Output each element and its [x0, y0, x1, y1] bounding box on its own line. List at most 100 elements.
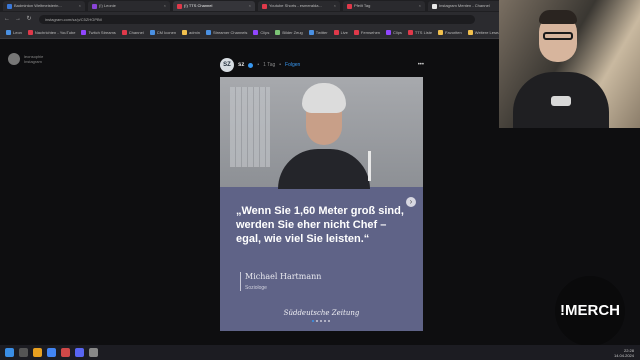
- slide-dot[interactable]: [312, 320, 314, 322]
- sidebar-user-sub: Instagram: [24, 59, 42, 64]
- bookmark-icon: [438, 29, 444, 35]
- bookmark-label: Clips: [393, 29, 402, 35]
- bookmark-item[interactable]: Bilder Zeug: [275, 29, 303, 35]
- tab-close-icon[interactable]: ×: [249, 1, 251, 11]
- sidebar-user[interactable]: leonsophie Instagram: [8, 53, 43, 65]
- tab-favicon-icon: [347, 3, 352, 9]
- bookmark-label: Twitter: [315, 29, 328, 35]
- bookmark-icon: [205, 29, 211, 35]
- bookmark-icon: [386, 29, 392, 35]
- separator-dot: •: [279, 62, 282, 68]
- author-block: Michael Hartmann Soziologe: [240, 272, 321, 291]
- slide-dot[interactable]: [316, 320, 318, 322]
- bookmark-item[interactable]: TTS Liste: [407, 29, 433, 35]
- account-name[interactable]: sz: [238, 62, 244, 68]
- app-icon[interactable]: [89, 348, 98, 357]
- more-options-icon[interactable]: •••: [418, 62, 424, 68]
- next-slide-button[interactable]: ›: [406, 197, 416, 207]
- browser-tab[interactable]: Instagram Menten - Channel×: [428, 1, 510, 11]
- bookmark-label: Favoriten: [445, 29, 462, 35]
- bookmark-icon: [253, 29, 259, 35]
- bookmark-label: Clips: [260, 29, 270, 35]
- tab-close-icon[interactable]: ×: [334, 1, 336, 11]
- bookmark-item[interactable]: Clips: [386, 29, 402, 35]
- bookmark-label: CM Iconen: [156, 29, 177, 35]
- bookmark-item[interactable]: Twitch Streams: [81, 29, 116, 35]
- tab-label: Badminton Weltmeisterin...: [14, 3, 62, 8]
- bookmark-icon: [81, 29, 87, 35]
- search-icon[interactable]: [19, 348, 28, 357]
- author-name: Michael Hartmann: [245, 272, 322, 281]
- bookmark-icon: [182, 29, 188, 35]
- bookmark-label: TTS Liste: [414, 29, 433, 35]
- browser-tab[interactable]: Pfeilt Tag ×: [343, 1, 425, 11]
- bookmark-label: Channel: [128, 29, 144, 35]
- tab-favicon-icon: [177, 3, 182, 9]
- bookmark-item[interactable]: Leon: [6, 29, 22, 35]
- bookmark-item[interactable]: admin: [182, 29, 200, 35]
- portrait-photo: [220, 77, 423, 189]
- forward-icon[interactable]: →: [14, 15, 22, 23]
- slide-dot[interactable]: [324, 320, 326, 322]
- slide-indicator: [312, 320, 330, 322]
- back-icon[interactable]: ←: [3, 15, 11, 23]
- tab-label: (!) Leonie: [99, 3, 116, 8]
- bookmark-label: Bilder Zeug: [282, 29, 303, 35]
- quote-text: „Wenn Sie 1,60 Meter groß sind, werden S…: [236, 205, 404, 245]
- tab-close-icon[interactable]: ×: [79, 1, 81, 11]
- tab-favicon-icon: [7, 3, 12, 9]
- bookmark-item[interactable]: Streamer Channels: [205, 29, 247, 35]
- bookmark-icon: [275, 29, 281, 35]
- post-header: SZ sz • 1 Tag • Folgen •••: [220, 56, 424, 74]
- discord-icon[interactable]: [75, 348, 84, 357]
- avatar: [8, 53, 20, 65]
- browser-tab[interactable]: (!) Leonie ×: [88, 1, 170, 11]
- bookmark-icon: [333, 29, 339, 35]
- bookmark-label: Nachrichten - YouTube: [34, 29, 76, 35]
- app-icon[interactable]: [61, 348, 70, 357]
- bookmark-item[interactable]: Favoriten: [438, 29, 462, 35]
- bookmark-label: Leon: [13, 29, 22, 35]
- bookmark-item[interactable]: Live: [333, 29, 348, 35]
- bookmark-item[interactable]: Twitter: [308, 29, 328, 35]
- publisher-logo: Süddeutsche Zeitung: [283, 309, 360, 317]
- bookmark-item[interactable]: Nachrichten - YouTube: [27, 29, 76, 35]
- chrome-icon[interactable]: [47, 348, 56, 357]
- bookmark-label: Live: [340, 29, 348, 35]
- system-clock[interactable]: 22:28 14.04.2024: [614, 348, 634, 358]
- bookmark-item[interactable]: Channel: [121, 29, 144, 35]
- tab-close-icon[interactable]: ×: [164, 1, 166, 11]
- reload-icon[interactable]: ↻: [25, 15, 33, 23]
- tab-label: Pfeilt Tag: [354, 3, 371, 8]
- bookmark-icon: [6, 29, 11, 35]
- browser-tab[interactable]: (!) TTS Channel ×: [173, 1, 255, 11]
- post-image[interactable]: › „Wenn Sie 1,60 Meter groß sind, werden…: [220, 77, 423, 331]
- post-time: 1 Tag: [263, 62, 276, 68]
- bookmark-icon: [407, 29, 413, 35]
- bookmark-item[interactable]: Clips: [253, 29, 270, 35]
- tab-label: (!) TTS Channel: [184, 3, 213, 8]
- bookmark-icon: [149, 29, 155, 35]
- browser-tab[interactable]: Youtube Shorts - esmeralda... ×: [258, 1, 340, 11]
- account-avatar[interactable]: SZ: [220, 58, 234, 72]
- url-input[interactable]: instagram.com/sz/p/C5ZHGPBtl: [39, 14, 475, 24]
- follow-button[interactable]: Folgen: [285, 62, 300, 68]
- bookmark-icon: [27, 29, 33, 35]
- bookmark-item[interactable]: Fernsehen: [353, 29, 380, 35]
- explorer-icon[interactable]: [33, 348, 42, 357]
- clock-date: 14.04.2024: [613, 352, 634, 358]
- tab-close-icon[interactable]: ×: [419, 1, 421, 11]
- bookmark-icon: [353, 29, 359, 35]
- bookmark-label: Twitch Streams: [88, 29, 116, 35]
- slide-dot[interactable]: [320, 320, 322, 322]
- webcam-overlay: [499, 0, 640, 128]
- bookmark-item[interactable]: CM Iconen: [149, 29, 177, 35]
- verified-icon: [248, 62, 254, 68]
- tab-favicon-icon: [262, 3, 267, 9]
- browser-tab[interactable]: Badminton Weltmeisterin... ×: [3, 1, 85, 11]
- windows-start-icon[interactable]: [5, 348, 14, 357]
- tab-favicon-icon: [432, 3, 437, 9]
- author-role: Soziologe: [245, 285, 267, 291]
- tab-label: Youtube Shorts - esmeralda...: [269, 3, 322, 8]
- slide-dot[interactable]: [328, 320, 330, 322]
